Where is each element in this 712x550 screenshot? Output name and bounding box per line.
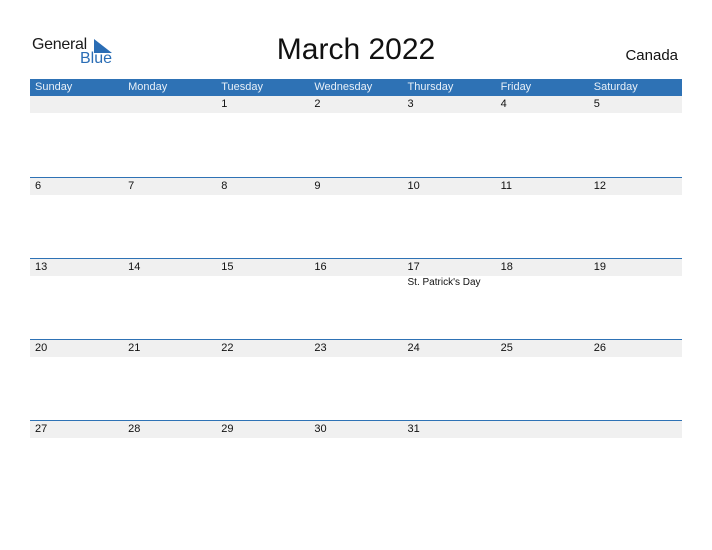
- date-strip: 27 28 29 30 31: [30, 421, 682, 438]
- day-number: 23: [314, 342, 327, 354]
- weekday-tuesday: Tuesday: [221, 81, 264, 93]
- date-strip: 1 2 3 4 5: [30, 96, 682, 113]
- week-row: 6 7 8 9 10 11 12: [30, 177, 682, 258]
- day-number: 5: [593, 98, 600, 110]
- day-number: 19: [593, 261, 606, 273]
- weekday-wednesday: Wednesday: [314, 81, 373, 93]
- day-number: [123, 96, 216, 113]
- day-number: 30: [314, 423, 327, 435]
- weekday-friday: Friday: [500, 81, 532, 93]
- holiday-label: [123, 276, 216, 289]
- day-number: 17: [407, 261, 420, 273]
- day-number: 1: [221, 98, 228, 110]
- day-number: 24: [407, 342, 420, 354]
- week-row: 13 14 15 16 17 18 19 St. Patrick's Day: [30, 258, 682, 339]
- day-number: 28: [128, 423, 141, 435]
- day-number: 29: [221, 423, 234, 435]
- weekday-sunday: Sunday: [35, 81, 73, 93]
- holiday-label: St. Patrick's Day: [407, 277, 481, 288]
- day-number: 18: [500, 261, 513, 273]
- day-number: 25: [500, 342, 513, 354]
- day-number: 14: [128, 261, 141, 273]
- week-row: 20 21 22 23 24 25 26: [30, 339, 682, 420]
- day-number: 21: [128, 342, 141, 354]
- day-number: 22: [221, 342, 234, 354]
- day-number: 3: [407, 98, 414, 110]
- page-title: March 2022: [276, 33, 436, 66]
- holiday-label: [496, 276, 589, 289]
- day-number: 4: [500, 98, 507, 110]
- country-label: Canada: [625, 47, 678, 64]
- day-number: [496, 421, 589, 438]
- calendar-grid: Sunday Monday Tuesday Wednesday Thursday…: [30, 79, 682, 501]
- holiday-label: [309, 276, 402, 289]
- day-number: 9: [314, 180, 321, 192]
- events-row: St. Patrick's Day: [30, 276, 682, 289]
- weekday-thursday: Thursday: [407, 81, 454, 93]
- day-number: 31: [407, 423, 420, 435]
- holiday-label: [589, 276, 682, 289]
- day-number: 6: [35, 180, 42, 192]
- day-number: 2: [314, 98, 321, 110]
- day-number: 15: [221, 261, 234, 273]
- day-number: 8: [221, 180, 228, 192]
- day-number: 12: [593, 180, 606, 192]
- day-number: 10: [407, 180, 420, 192]
- day-number: 27: [35, 423, 48, 435]
- holiday-label: [30, 276, 123, 289]
- day-number: 11: [500, 180, 513, 192]
- date-strip: 6 7 8 9 10 11 12: [30, 178, 682, 195]
- day-number: 26: [593, 342, 606, 354]
- day-number: [30, 96, 123, 113]
- day-number: [589, 421, 682, 438]
- weekday-monday: Monday: [128, 81, 168, 93]
- week-row: 27 28 29 30 31: [30, 420, 682, 501]
- day-number: 16: [314, 261, 327, 273]
- date-strip: 13 14 15 16 17 18 19: [30, 259, 682, 276]
- holiday-label: [216, 276, 309, 289]
- day-number: 13: [35, 261, 48, 273]
- weekday-saturday: Saturday: [593, 81, 638, 93]
- weekday-header: Sunday Monday Tuesday Wednesday Thursday…: [30, 79, 682, 96]
- day-number: 7: [128, 180, 135, 192]
- day-number: 20: [35, 342, 48, 354]
- week-row: 1 2 3 4 5: [30, 96, 682, 177]
- date-strip: 20 21 22 23 24 25 26: [30, 340, 682, 357]
